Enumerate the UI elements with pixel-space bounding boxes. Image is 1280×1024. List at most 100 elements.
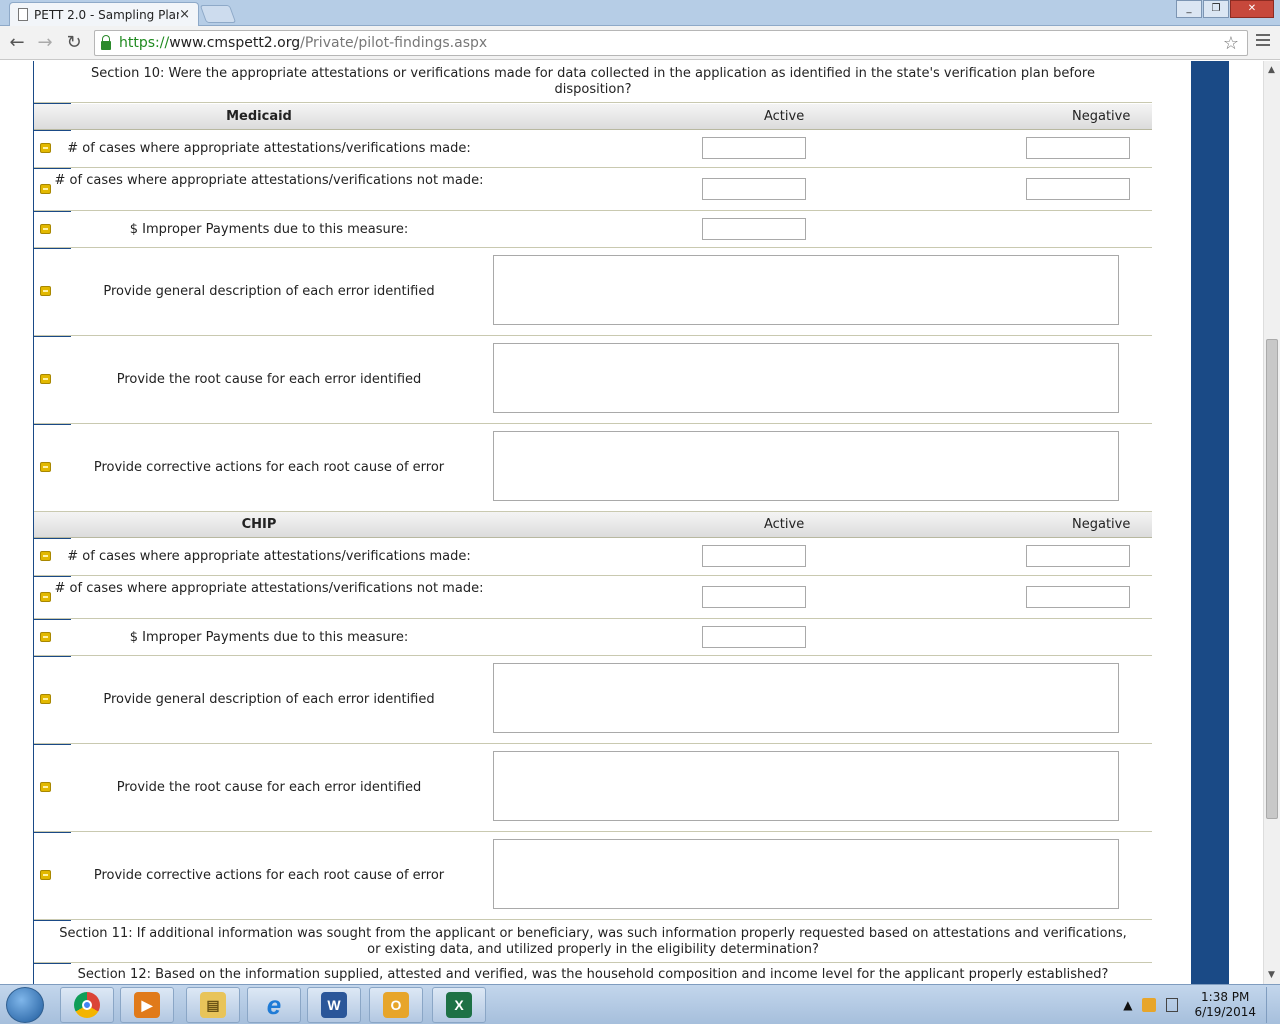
medicaid-made-active-input[interactable] bbox=[702, 137, 806, 159]
chip-not-made-row: # of cases where appropriate attestation… bbox=[34, 577, 1152, 619]
medicaid-header: Medicaid Active Negative bbox=[34, 104, 1152, 130]
medicaid-title: Medicaid bbox=[226, 109, 292, 124]
url-path: /Private/pilot-findings.aspx bbox=[300, 35, 488, 51]
media-player-icon: ▶ bbox=[134, 992, 160, 1018]
chip-title: CHIP bbox=[241, 517, 277, 532]
chip-header: CHIP Active Negative bbox=[34, 512, 1152, 538]
chip-made-label: # of cases where appropriate attestation… bbox=[67, 549, 471, 564]
word-icon: W bbox=[321, 992, 347, 1018]
clock[interactable]: 1:38 PM 6/19/2014 bbox=[1194, 990, 1256, 1020]
chip-improper-row: $ Improper Payments due to this measure: bbox=[34, 620, 1152, 656]
required-icon bbox=[40, 224, 51, 234]
word-taskbar-button[interactable]: W bbox=[307, 987, 361, 1023]
medicaid-not-made-active-input[interactable] bbox=[702, 178, 806, 200]
address-bar[interactable]: https:// www.cmspett2.org /Private/pilot… bbox=[94, 30, 1248, 56]
medicaid-not-made-negative-input[interactable] bbox=[1026, 178, 1130, 200]
section-10-text: Section 10: Were the appropriate attesta… bbox=[91, 66, 1095, 97]
required-icon bbox=[40, 632, 51, 642]
section-11-question: Section 11: If additional information wa… bbox=[34, 921, 1152, 963]
required-icon bbox=[40, 551, 51, 561]
network-icon[interactable] bbox=[1166, 998, 1179, 1012]
medicaid-root-cause-label: Provide the root cause for each error id… bbox=[116, 372, 422, 387]
medicaid-root-cause-textarea[interactable] bbox=[493, 343, 1119, 413]
medicaid-not-made-label: # of cases where appropriate attestation… bbox=[54, 173, 484, 188]
section-11-text: Section 11: If additional information wa… bbox=[59, 926, 1127, 957]
medicaid-made-negative-input[interactable] bbox=[1026, 137, 1130, 159]
tab-close-icon[interactable]: × bbox=[179, 7, 190, 22]
excel-taskbar-button[interactable]: X bbox=[432, 987, 486, 1023]
medicaid-improper-active-input[interactable] bbox=[702, 218, 806, 240]
required-icon bbox=[40, 462, 51, 472]
browser-tab[interactable]: PETT 2.0 - Sampling Plans × bbox=[9, 2, 199, 26]
chip-made-row: # of cases where appropriate attestation… bbox=[34, 539, 1152, 576]
chip-made-negative-input[interactable] bbox=[1026, 545, 1130, 567]
explorer-taskbar-button[interactable]: ▤ bbox=[186, 987, 240, 1023]
medicaid-root-cause-row: Provide the root cause for each error id… bbox=[34, 337, 1152, 424]
browser-tab-bar: PETT 2.0 - Sampling Plans × _ ❐ ✕ bbox=[0, 0, 1280, 26]
chip-description-textarea[interactable] bbox=[493, 663, 1119, 733]
chip-corrective-label: Provide corrective actions for each root… bbox=[93, 868, 445, 883]
show-desktop-button[interactable] bbox=[1266, 987, 1276, 1023]
medicaid-description-row: Provide general description of each erro… bbox=[34, 249, 1152, 336]
menu-icon[interactable] bbox=[1256, 34, 1270, 49]
required-icon bbox=[40, 782, 51, 792]
outlook-icon: O bbox=[383, 992, 409, 1018]
medicaid-not-made-row: # of cases where appropriate attestation… bbox=[34, 169, 1152, 211]
vertical-scrollbar[interactable]: ▲ ▼ bbox=[1263, 61, 1280, 984]
maximize-button[interactable]: ❐ bbox=[1203, 0, 1229, 18]
negative-column-header: Negative bbox=[1072, 109, 1131, 124]
medicaid-description-label: Provide general description of each erro… bbox=[103, 284, 435, 299]
scrollbar-thumb[interactable] bbox=[1266, 339, 1278, 819]
medicaid-corrective-label: Provide corrective actions for each root… bbox=[93, 460, 445, 475]
required-icon bbox=[40, 143, 51, 153]
medicaid-improper-row: $ Improper Payments due to this measure: bbox=[34, 212, 1152, 248]
chip-not-made-active-input[interactable] bbox=[702, 586, 806, 608]
chip-description-label: Provide general description of each erro… bbox=[103, 692, 435, 707]
minimize-button[interactable]: _ bbox=[1176, 0, 1202, 18]
negative-column-header: Negative bbox=[1072, 517, 1131, 532]
forward-icon[interactable]: → bbox=[34, 32, 56, 53]
required-icon bbox=[40, 286, 51, 296]
media-player-taskbar-button[interactable]: ▶ bbox=[120, 987, 174, 1023]
show-hidden-icons-icon[interactable]: ▲ bbox=[1123, 998, 1132, 1012]
scroll-down-icon[interactable]: ▼ bbox=[1268, 970, 1275, 980]
chip-corrective-textarea[interactable] bbox=[493, 839, 1119, 909]
file-explorer-icon: ▤ bbox=[200, 992, 226, 1018]
bookmark-star-icon[interactable]: ☆ bbox=[1223, 33, 1239, 54]
back-icon[interactable]: ← bbox=[6, 32, 28, 53]
system-tray: ▲ 1:38 PM 6/19/2014 bbox=[1123, 987, 1276, 1023]
medicaid-corrective-textarea[interactable] bbox=[493, 431, 1119, 501]
section-10-question: Section 10: Were the appropriate attesta… bbox=[34, 61, 1152, 103]
chrome-taskbar-button[interactable] bbox=[60, 987, 114, 1023]
outlook-tray-icon[interactable] bbox=[1142, 998, 1157, 1012]
chip-not-made-negative-input[interactable] bbox=[1026, 586, 1130, 608]
chip-not-made-label: # of cases where appropriate attestation… bbox=[54, 581, 484, 596]
chip-made-active-input[interactable] bbox=[702, 545, 806, 567]
ie-taskbar-button[interactable]: e bbox=[247, 987, 301, 1023]
start-button[interactable] bbox=[6, 987, 44, 1023]
chip-corrective-row: Provide corrective actions for each root… bbox=[34, 833, 1152, 920]
excel-icon: X bbox=[446, 992, 472, 1018]
clock-date: 6/19/2014 bbox=[1194, 1005, 1256, 1019]
chip-description-row: Provide general description of each erro… bbox=[34, 657, 1152, 744]
medicaid-corrective-row: Provide corrective actions for each root… bbox=[34, 425, 1152, 512]
taskbar: ▶ ▤ e W O X ▲ 1:38 PM 6/19/2014 bbox=[0, 984, 1280, 1024]
chip-improper-label: $ Improper Payments due to this measure: bbox=[129, 630, 409, 645]
new-tab-button[interactable] bbox=[199, 5, 237, 23]
medicaid-description-textarea[interactable] bbox=[493, 255, 1119, 325]
chip-root-cause-row: Provide the root cause for each error id… bbox=[34, 745, 1152, 832]
chip-root-cause-textarea[interactable] bbox=[493, 751, 1119, 821]
page-icon bbox=[18, 8, 28, 21]
chip-improper-active-input[interactable] bbox=[702, 626, 806, 648]
medicaid-improper-label: $ Improper Payments due to this measure: bbox=[129, 222, 409, 237]
outlook-taskbar-button[interactable]: O bbox=[369, 987, 423, 1023]
required-icon bbox=[40, 184, 51, 194]
close-window-button[interactable]: ✕ bbox=[1230, 0, 1274, 18]
browser-toolbar: ← → ↻ https:// www.cmspett2.org /Private… bbox=[0, 26, 1280, 60]
window-controls: _ ❐ ✕ bbox=[1175, 0, 1274, 18]
active-column-header: Active bbox=[764, 517, 805, 532]
section-12-question: Section 12: Based on the information sup… bbox=[34, 964, 1152, 984]
internet-explorer-icon: e bbox=[266, 989, 282, 1020]
scroll-up-icon[interactable]: ▲ bbox=[1268, 65, 1275, 75]
reload-icon[interactable]: ↻ bbox=[63, 32, 85, 53]
